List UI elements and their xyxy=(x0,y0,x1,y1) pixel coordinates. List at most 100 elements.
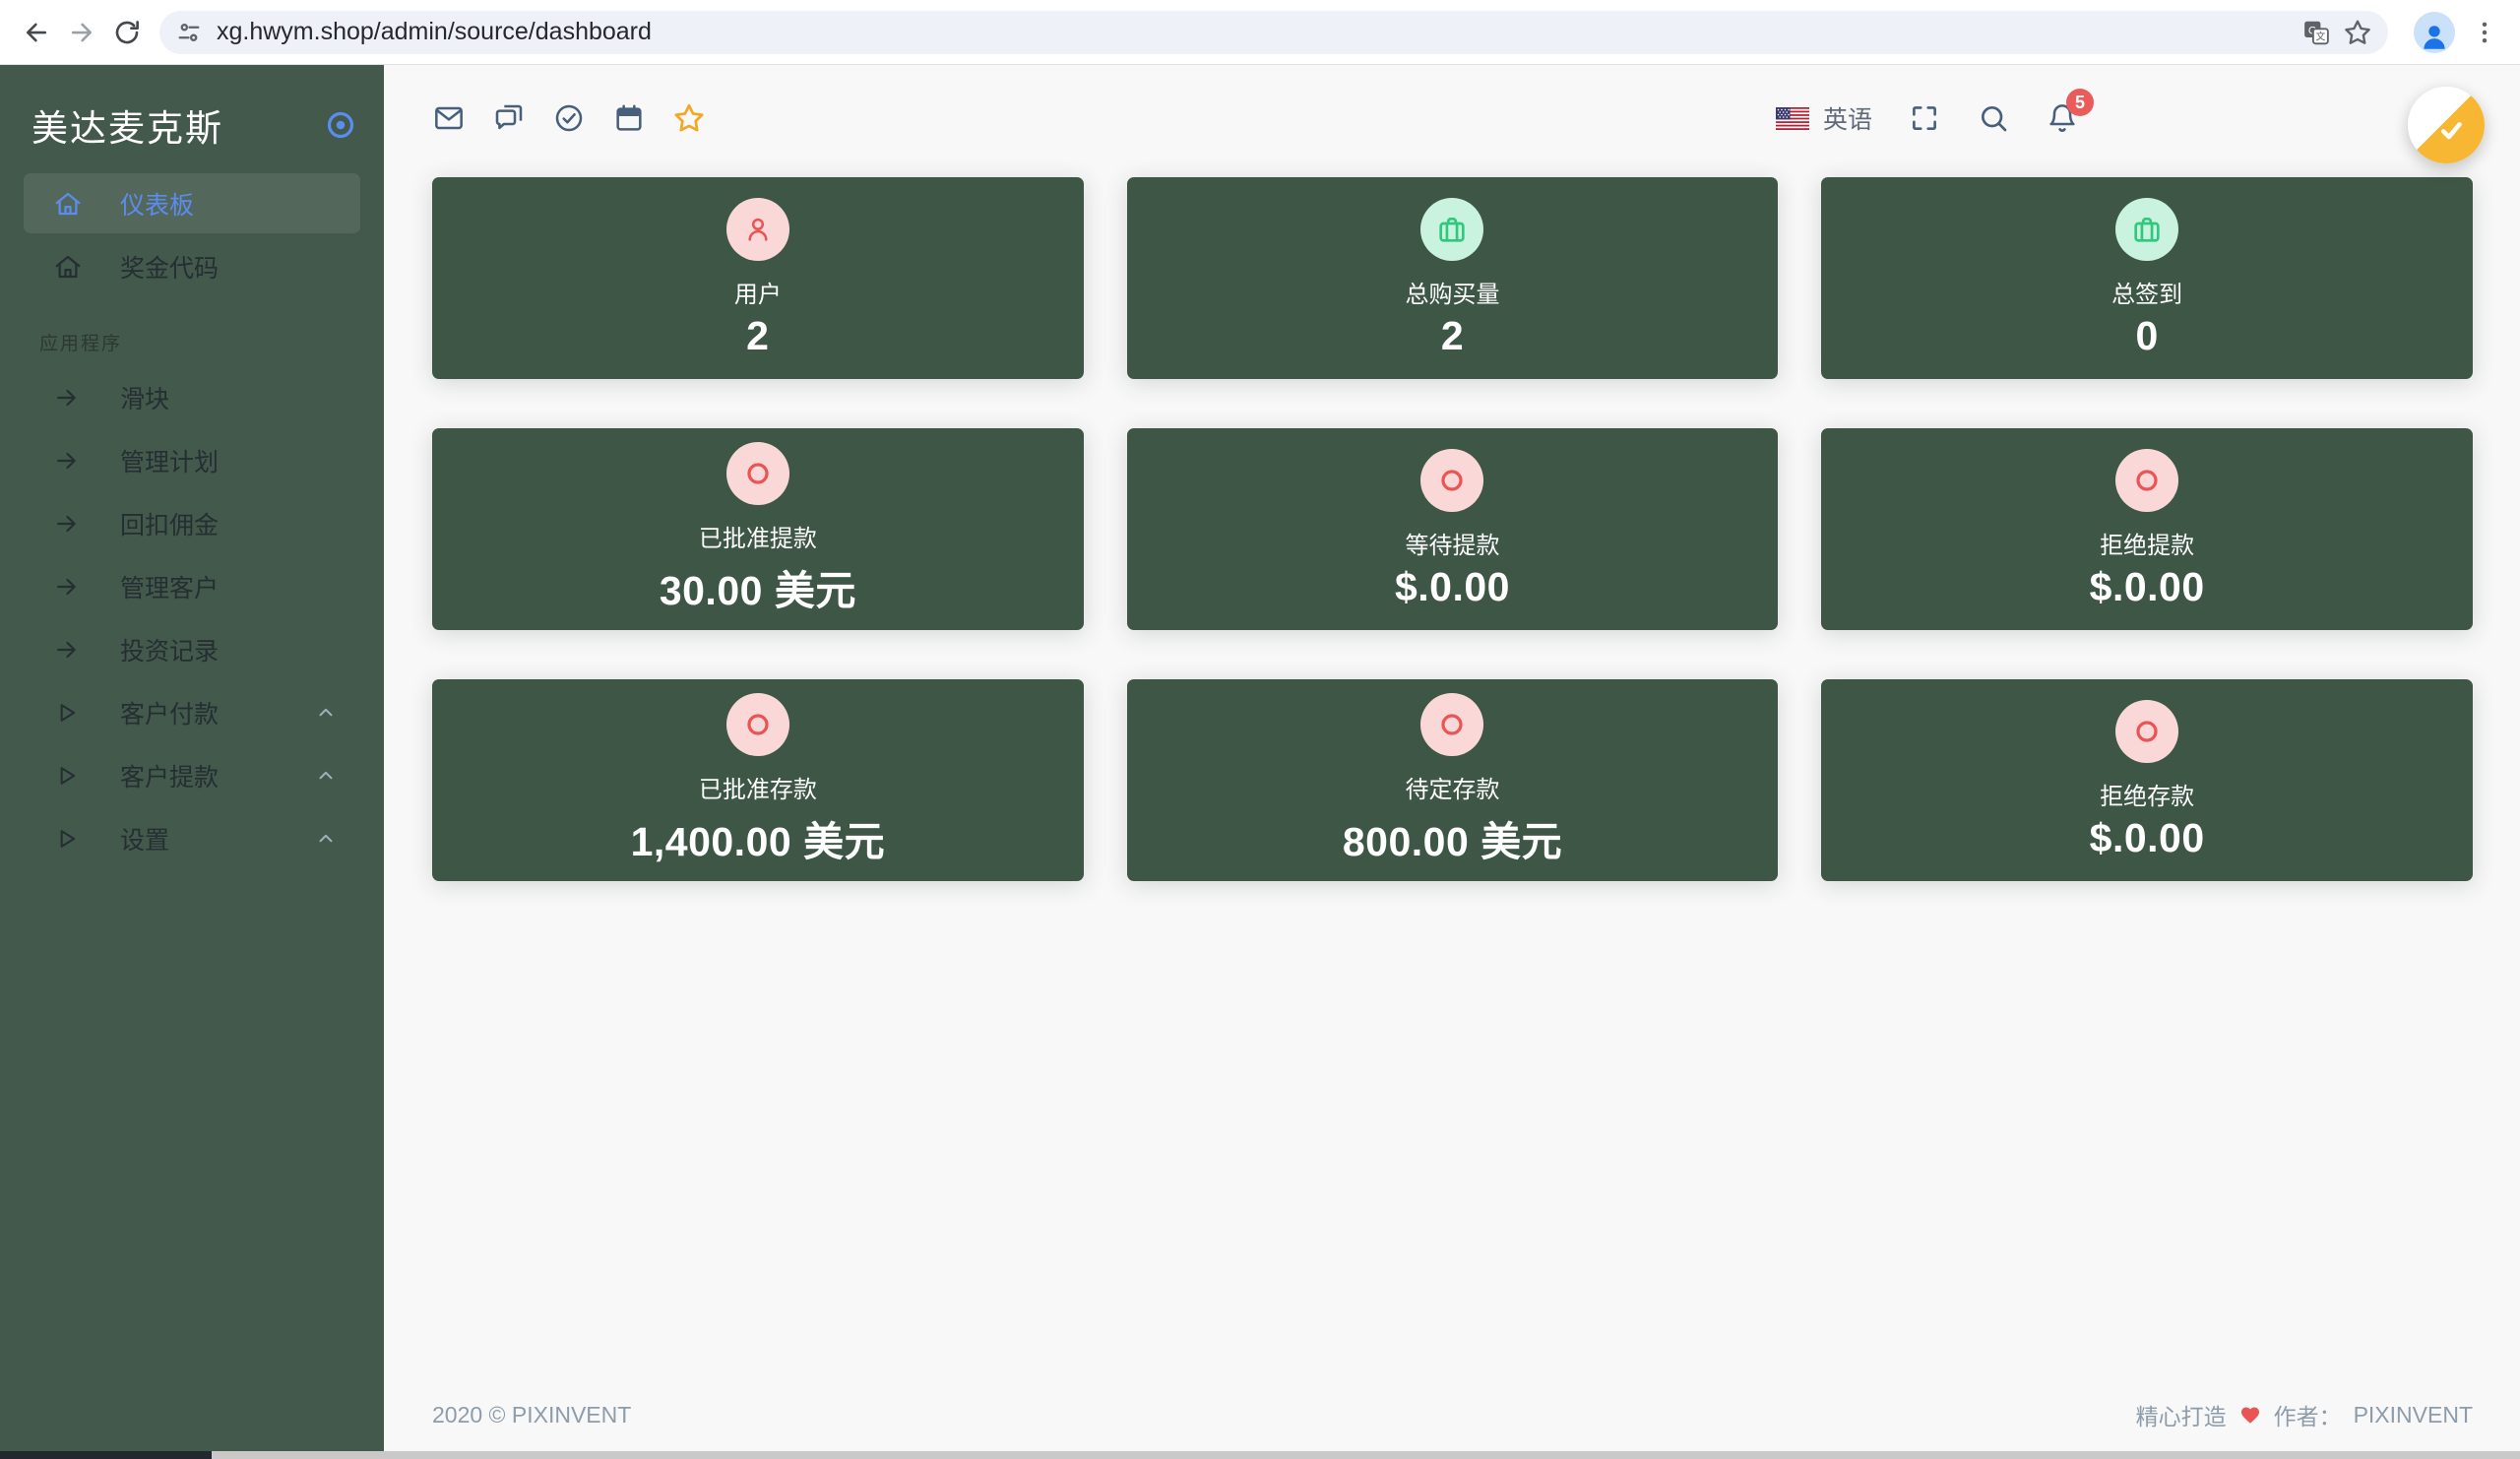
stat-card: 已批准存款 1,400.00 美元 xyxy=(432,679,1084,881)
bookmark-button[interactable] xyxy=(2337,12,2378,53)
fullscreen-button[interactable] xyxy=(1908,101,1941,135)
mail-icon xyxy=(433,102,465,134)
sidebar-item[interactable]: 客户付款 xyxy=(24,682,360,742)
language-selector[interactable]: 英语 xyxy=(1776,100,1872,136)
search-button[interactable] xyxy=(1977,101,2010,135)
footer-author-label: 作者： xyxy=(2274,1398,2342,1431)
sidebar-item[interactable]: 客户提款 xyxy=(24,745,360,805)
us-flag-icon xyxy=(1776,107,1809,130)
forward-arrow-icon xyxy=(67,18,96,47)
chevron-up-icon xyxy=(315,702,337,724)
url-bar[interactable]: xg.hwym.shop/admin/source/dashboard G文 xyxy=(159,11,2388,54)
sidebar-item-label: 客户付款 xyxy=(120,695,219,730)
topbar-right: 英语 5 xyxy=(1776,100,2079,136)
horizontal-scrollbar[interactable] xyxy=(0,1451,2520,1459)
customizer-button[interactable] xyxy=(2408,87,2485,163)
arrow-right-icon xyxy=(53,382,85,413)
sidebar-item[interactable]: 奖金代码 xyxy=(24,236,360,296)
stat-label: 已批准提款 xyxy=(699,519,817,553)
calendar-icon xyxy=(613,102,645,134)
sidebar-item[interactable]: 设置 xyxy=(24,808,360,868)
footer-made-with: 精心打造 xyxy=(2136,1398,2227,1431)
sidebar-item[interactable]: 管理客户 xyxy=(24,556,360,616)
refresh-button[interactable] xyxy=(104,10,150,55)
sidebar-item-label: 回扣佣金 xyxy=(120,506,219,541)
forward-button[interactable] xyxy=(59,10,104,55)
translate-button[interactable]: G文 xyxy=(2296,12,2337,53)
sidebar-item[interactable]: 仪表板 xyxy=(24,173,360,233)
check-circle-shortcut-button[interactable] xyxy=(552,101,586,135)
briefcase-icon xyxy=(2115,198,2178,261)
site-info-icon[interactable] xyxy=(175,19,203,46)
star-icon xyxy=(672,101,706,135)
sidebar-main-menu: 仪表板奖金代码 xyxy=(0,173,384,299)
sidebar-item[interactable]: 回扣佣金 xyxy=(24,493,360,553)
bookmark-star-icon xyxy=(2343,18,2372,47)
sidebar-item-label: 设置 xyxy=(120,821,169,856)
browser-menu-button[interactable] xyxy=(2465,13,2504,52)
footer: 2020 © PIXINVENT 精心打造 作者： PIXINVENT xyxy=(432,1398,2473,1451)
arrow-right-icon xyxy=(53,508,85,539)
sidebar-item[interactable]: 管理计划 xyxy=(24,430,360,490)
scrollbar-thumb[interactable] xyxy=(0,1451,212,1459)
stat-label: 总购买量 xyxy=(1405,275,1499,309)
disc-icon xyxy=(2115,449,2178,512)
chat-shortcut-button[interactable] xyxy=(492,101,526,135)
refresh-icon xyxy=(112,18,142,47)
arrow-right-icon xyxy=(53,634,85,666)
calendar-shortcut-button[interactable] xyxy=(612,101,646,135)
sidebar-item[interactable]: 投资记录 xyxy=(24,619,360,679)
sidebar-item-label: 仪表板 xyxy=(120,186,194,222)
stat-value: 0 xyxy=(2136,313,2159,359)
disc-icon xyxy=(726,693,789,756)
stats-grid: 用户2总购买量2总签到0已批准提款30.00 美元等待提款$.0.00拒绝提款$… xyxy=(432,177,2473,881)
back-button[interactable] xyxy=(14,10,59,55)
stat-card: 待定存款 800.00 美元 xyxy=(1127,679,1779,881)
check-icon xyxy=(2434,113,2468,147)
stat-card: 拒绝提款 $.0.00 xyxy=(1821,428,2473,630)
fullscreen-icon xyxy=(1910,103,1939,133)
home-icon xyxy=(53,251,85,283)
notifications-button[interactable]: 5 xyxy=(2046,101,2079,135)
sidebar-item-label: 滑块 xyxy=(120,380,169,415)
stat-value: 800.00 美元 xyxy=(1343,808,1562,867)
stat-value: 1,400.00 美元 xyxy=(631,808,886,867)
stat-label: 待定存款 xyxy=(1405,770,1499,804)
sidebar-pin-toggle[interactable] xyxy=(325,109,356,141)
arrow-right-icon xyxy=(53,571,85,603)
chevron-up-icon xyxy=(315,828,337,850)
stat-label: 用户 xyxy=(734,275,782,309)
caret-right-icon xyxy=(53,697,85,729)
footer-author-link[interactable]: PIXINVENT xyxy=(2354,1402,2473,1428)
sidebar-item[interactable]: 滑块 xyxy=(24,367,360,427)
scrollbar-track[interactable] xyxy=(212,1451,2520,1459)
sidebar-app-menu: 滑块管理计划回扣佣金管理客户投资记录客户付款客户提款设置 xyxy=(0,367,384,871)
stat-card: 用户 2 xyxy=(432,177,1084,379)
stat-card: 已批准提款30.00 美元 xyxy=(432,428,1084,630)
url-text: xg.hwym.shop/admin/source/dashboard xyxy=(217,18,2296,46)
star-shortcut-button[interactable] xyxy=(672,101,706,135)
stat-value: $.0.00 xyxy=(2090,815,2205,861)
browser-window: xg.hwym.shop/admin/source/dashboard G文 美… xyxy=(0,0,2520,1459)
stat-value: $.0.00 xyxy=(2090,564,2205,610)
stat-label: 等待提款 xyxy=(1405,526,1499,560)
stat-label: 拒绝存款 xyxy=(2100,777,2194,811)
svg-text:文: 文 xyxy=(2315,30,2325,42)
sidebar-item-label: 奖金代码 xyxy=(120,249,219,285)
stat-card: 拒绝存款 $.0.00 xyxy=(1821,679,2473,881)
person-icon xyxy=(2418,20,2451,53)
sidebar-section-label: 应用程序 xyxy=(39,329,384,355)
stat-card: 总购买量2 xyxy=(1127,177,1779,379)
mail-shortcut-button[interactable] xyxy=(432,101,466,135)
sidebar-item-label: 客户提款 xyxy=(120,758,219,793)
disc-icon xyxy=(726,442,789,505)
footer-credit: 精心打造 作者： PIXINVENT xyxy=(2136,1398,2473,1431)
caret-right-icon xyxy=(53,823,85,855)
check-circle-icon xyxy=(553,102,585,134)
browser-toolbar: xg.hwym.shop/admin/source/dashboard G文 xyxy=(0,0,2520,65)
app-root: 美达麦克斯 仪表板奖金代码 应用程序 滑块管理计划回扣佣金管理客户投资记录客户付… xyxy=(0,65,2520,1451)
stat-label: 已批准存款 xyxy=(699,770,817,804)
stat-label: 拒绝提款 xyxy=(2100,526,2194,560)
profile-avatar[interactable] xyxy=(2414,12,2455,53)
stat-value: 2 xyxy=(746,313,769,359)
